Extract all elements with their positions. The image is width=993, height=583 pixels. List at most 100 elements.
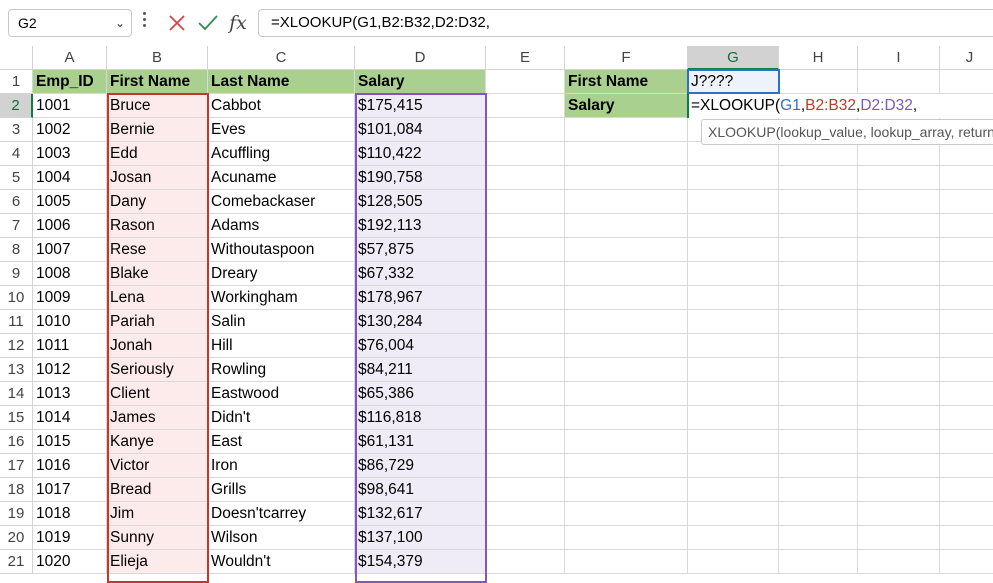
empty-cell[interactable] — [565, 358, 688, 382]
empty-cell[interactable] — [486, 430, 565, 454]
table-cell[interactable]: $76,004 — [355, 334, 486, 358]
empty-cell[interactable] — [940, 478, 993, 502]
empty-cell[interactable] — [858, 382, 940, 406]
table-cell[interactable]: $137,100 — [355, 526, 486, 550]
empty-cell[interactable] — [858, 358, 940, 382]
table-cell[interactable]: Jonah — [107, 334, 208, 358]
table-cell[interactable]: Blake — [107, 262, 208, 286]
table-cell[interactable]: Workingham — [208, 286, 355, 310]
name-box[interactable]: G2 ⌄ — [8, 9, 132, 37]
empty-cell[interactable] — [779, 358, 858, 382]
empty-cell[interactable] — [940, 502, 993, 526]
empty-cell[interactable] — [858, 478, 940, 502]
empty-cell[interactable] — [940, 262, 993, 286]
lookup-label-salary[interactable]: Salary — [565, 94, 688, 118]
empty-cell[interactable] — [688, 358, 779, 382]
table-cell[interactable]: $116,818 — [355, 406, 486, 430]
table-cell[interactable]: Dany — [107, 190, 208, 214]
empty-cell[interactable] — [858, 430, 940, 454]
table-cell[interactable]: Acuname — [208, 166, 355, 190]
empty-cell[interactable] — [940, 286, 993, 310]
row-header-1[interactable]: 1 — [0, 70, 33, 94]
row-header-18[interactable]: 18 — [0, 478, 33, 502]
table-cell[interactable]: 1008 — [33, 262, 107, 286]
table-cell[interactable]: $110,422 — [355, 142, 486, 166]
empty-cell[interactable] — [486, 454, 565, 478]
table-cell[interactable]: Acuffling — [208, 142, 355, 166]
empty-cell[interactable] — [779, 454, 858, 478]
empty-cell[interactable] — [688, 310, 779, 334]
row-header-2[interactable]: 2 — [0, 94, 33, 118]
table-cell[interactable]: 1003 — [33, 142, 107, 166]
empty-cell[interactable] — [486, 238, 565, 262]
table-cell[interactable]: Grills — [208, 478, 355, 502]
empty-cell[interactable] — [940, 358, 993, 382]
table-cell[interactable]: Wouldn't — [208, 550, 355, 574]
empty-cell[interactable] — [940, 382, 993, 406]
table-cell[interactable]: $57,875 — [355, 238, 486, 262]
empty-cell[interactable] — [486, 478, 565, 502]
empty-cell[interactable] — [858, 214, 940, 238]
column-header-d[interactable]: D — [355, 46, 486, 70]
insert-function-icon[interactable]: fx — [226, 9, 250, 37]
empty-cell[interactable] — [486, 382, 565, 406]
table-cell[interactable]: 1017 — [33, 478, 107, 502]
empty-cell[interactable] — [565, 166, 688, 190]
empty-cell[interactable] — [688, 214, 779, 238]
table-cell[interactable]: $175,415 — [355, 94, 486, 118]
empty-cell[interactable] — [779, 238, 858, 262]
empty-cell[interactable] — [688, 478, 779, 502]
table-cell[interactable]: Edd — [107, 142, 208, 166]
empty-cell[interactable] — [688, 238, 779, 262]
empty-cell[interactable] — [940, 190, 993, 214]
empty-cell[interactable] — [486, 214, 565, 238]
empty-cell[interactable] — [779, 214, 858, 238]
empty-cell[interactable] — [858, 238, 940, 262]
lookup-label-first-name[interactable]: First Name — [565, 70, 688, 94]
empty-cell[interactable] — [688, 190, 779, 214]
table-cell[interactable]: Client — [107, 382, 208, 406]
empty-cell[interactable] — [486, 310, 565, 334]
table-cell[interactable]: 1012 — [33, 358, 107, 382]
row-header-8[interactable]: 8 — [0, 238, 33, 262]
empty-cell[interactable] — [779, 502, 858, 526]
table-cell[interactable]: Wilson — [208, 526, 355, 550]
table-cell[interactable]: 1006 — [33, 214, 107, 238]
empty-cell[interactable] — [779, 70, 858, 94]
table-cell[interactable]: Adams — [208, 214, 355, 238]
empty-cell[interactable] — [565, 526, 688, 550]
table-cell[interactable]: 1016 — [33, 454, 107, 478]
empty-cell[interactable] — [940, 454, 993, 478]
empty-cell[interactable] — [858, 142, 940, 166]
table-cell[interactable]: $128,505 — [355, 190, 486, 214]
empty-cell[interactable] — [565, 430, 688, 454]
header-cell-b[interactable]: First Name — [107, 70, 208, 94]
empty-cell[interactable] — [486, 526, 565, 550]
row-header-19[interactable]: 19 — [0, 502, 33, 526]
table-cell[interactable]: Lena — [107, 286, 208, 310]
table-cell[interactable]: 1020 — [33, 550, 107, 574]
table-cell[interactable]: Josan — [107, 166, 208, 190]
row-header-15[interactable]: 15 — [0, 406, 33, 430]
empty-cell[interactable] — [688, 430, 779, 454]
table-cell[interactable]: Cabbot — [208, 94, 355, 118]
empty-cell[interactable] — [779, 286, 858, 310]
table-cell[interactable]: Victor — [107, 454, 208, 478]
row-header-4[interactable]: 4 — [0, 142, 33, 166]
table-cell[interactable]: Sunny — [107, 526, 208, 550]
formula-input[interactable]: =XLOOKUP(G1,B2:B32,D2:D32, — [258, 9, 993, 37]
table-cell[interactable]: Comebackaser — [208, 190, 355, 214]
empty-cell[interactable] — [858, 166, 940, 190]
header-cell-c[interactable]: Last Name — [208, 70, 355, 94]
table-cell[interactable]: 1013 — [33, 382, 107, 406]
table-cell[interactable]: $86,729 — [355, 454, 486, 478]
table-cell[interactable]: $101,084 — [355, 118, 486, 142]
column-header-g[interactable]: G — [688, 46, 779, 70]
header-cell-d[interactable]: Salary — [355, 70, 486, 94]
empty-cell[interactable] — [565, 262, 688, 286]
table-cell[interactable]: Eastwood — [208, 382, 355, 406]
table-cell[interactable]: Iron — [208, 454, 355, 478]
table-cell[interactable]: Jim — [107, 502, 208, 526]
empty-cell[interactable] — [486, 70, 565, 94]
empty-cell[interactable] — [688, 454, 779, 478]
